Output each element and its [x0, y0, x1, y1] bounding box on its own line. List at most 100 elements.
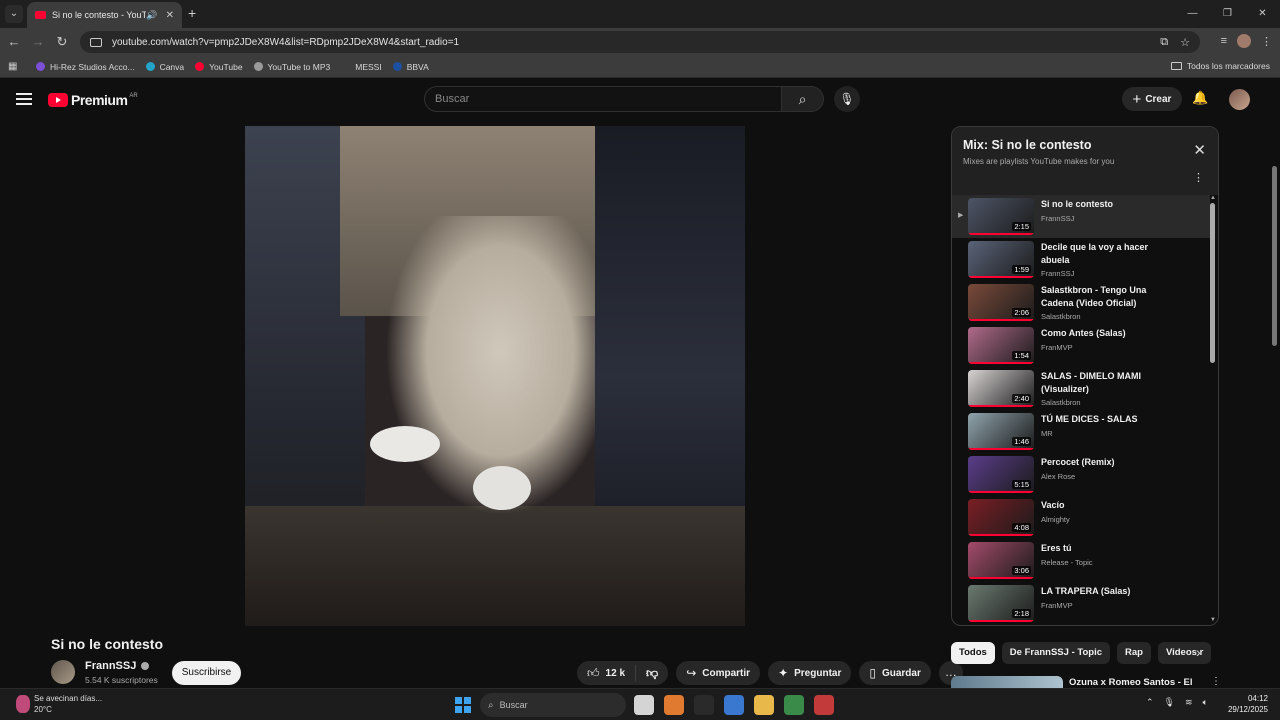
video-thumbnail[interactable]: 3:06 — [968, 542, 1034, 579]
playlist-item[interactable]: 2:18 LA TRAPERA (Salas) FranMVP — [952, 582, 1210, 625]
playlist-item[interactable]: 5:15 Percocet (Remix) Alex Rose — [952, 453, 1210, 496]
recommended-video-title[interactable]: Ozuna x Romeo Santos - El — [1069, 677, 1193, 688]
app-icon[interactable] — [664, 695, 684, 715]
playlist-item-title[interactable]: Percocet (Remix) — [1041, 456, 1171, 469]
like-button[interactable]: 👍︎ 12 k — [577, 665, 637, 681]
bookmark-item[interactable]: Canva — [145, 62, 184, 72]
channel-name[interactable]: FrannSSJ — [85, 660, 150, 672]
chevron-up-icon[interactable]: ⌃ — [1146, 697, 1154, 708]
bookmark-star-icon[interactable]: ☆ — [1180, 36, 1190, 49]
file-explorer-icon[interactable] — [754, 695, 774, 715]
site-info-icon[interactable] — [90, 37, 102, 47]
forward-button[interactable]: → — [30, 34, 46, 49]
taskbar-clock[interactable]: 04:12 29/12/2025 — [1226, 693, 1268, 715]
more-options-icon[interactable]: ⋮ — [1211, 676, 1221, 687]
bookmark-item[interactable]: YouTube — [195, 62, 243, 72]
ask-button[interactable]: ✦ Preguntar — [768, 661, 852, 685]
video-thumbnail[interactable] — [951, 676, 1063, 688]
hamburger-menu-icon[interactable] — [16, 93, 32, 108]
chrome-menu-icon[interactable]: ⋮ — [1261, 35, 1272, 48]
app-icon[interactable] — [694, 695, 714, 715]
playlist-item-title[interactable]: LA TRAPERA (Salas) — [1041, 585, 1171, 598]
playlist-item[interactable]: 1:59 Decile que la voy a hacer abuela Fran… — [952, 238, 1210, 281]
playlist-item-title[interactable]: Decile que la voy a hacer abuela — [1041, 241, 1171, 266]
media-controls-icon[interactable]: ≡ — [1221, 35, 1227, 47]
scroll-up-arrow-icon[interactable]: ▲ — [1210, 195, 1216, 201]
weather-widget[interactable]: Se avecinan días... 20°C — [16, 693, 102, 715]
video-thumbnail[interactable]: 2:40 — [968, 370, 1034, 407]
audio-playing-icon[interactable]: 🔊 — [146, 10, 157, 21]
voice-search-button[interactable]: 🎙 — [834, 86, 860, 112]
bookmark-item[interactable]: BBVA — [392, 62, 429, 72]
playlist-item[interactable]: 2:06 Salastkbron - Tengo Una Cadena (Vide… — [952, 281, 1210, 324]
profile-avatar[interactable] — [1237, 34, 1251, 48]
playlist-item-title[interactable]: SALAS - DIMELO MAMI (Visualizer) — [1041, 370, 1171, 395]
bookmark-item[interactable]: MESSI — [341, 62, 382, 72]
playlist-item[interactable]: 2:40 SALAS - DIMELO MAMI (Visualizer) Sala… — [952, 367, 1210, 410]
back-button[interactable]: ← — [6, 34, 22, 49]
scroll-down-arrow-icon[interactable]: ▼ — [1210, 617, 1216, 623]
playlist-item-title[interactable]: Salastkbron - Tengo Una Cadena (Video Of… — [1041, 284, 1171, 309]
windows-start-button[interactable] — [455, 697, 471, 713]
restore-button[interactable]: ❐ — [1210, 0, 1245, 28]
video-player[interactable] — [245, 126, 745, 626]
bookmark-item[interactable]: YouTube to MP3 — [253, 62, 330, 72]
video-thumbnail[interactable]: 1:59 — [968, 241, 1034, 278]
chip-videos[interactable]: Videos r — [1157, 642, 1212, 664]
wifi-icon[interactable]: ≋ — [1185, 697, 1193, 708]
recommended-video[interactable]: Ozuna x Romeo Santos - El ⋮ — [951, 676, 1221, 688]
new-tab-button[interactable]: + — [188, 5, 196, 21]
all-bookmarks-button[interactable]: Todos los marcadores — [1170, 61, 1270, 71]
taskbar-search[interactable]: ⌕ Buscar — [480, 693, 626, 717]
search-input[interactable]: Buscar — [424, 86, 782, 112]
volume-icon[interactable]: 🔈︎ — [1203, 697, 1208, 708]
youtube-premium-logo[interactable]: Premium AR — [48, 92, 138, 108]
more-options-icon[interactable]: ⋮ — [1193, 171, 1204, 184]
mix-scrollbar[interactable] — [1210, 203, 1215, 363]
chevron-right-icon[interactable]: › — [1196, 644, 1201, 660]
playlist-item[interactable]: 1:54 Como Antes (Salas) FranMVP — [952, 324, 1210, 367]
playlist-item[interactable]: 1:46 TÚ ME DICES - SALAS MR — [952, 410, 1210, 453]
video-thumbnail[interactable]: 5:15 — [968, 456, 1034, 493]
chrome-icon[interactable] — [784, 695, 804, 715]
address-bar[interactable]: youtube.com/watch?v=pmp2JDeX8W4&list=RDp… — [80, 31, 1200, 53]
microphone-icon[interactable]: 🎙︎ — [1164, 697, 1175, 708]
playlist-item[interactable]: ▶ 2:15 Si no le contesto FrannSSJ — [952, 195, 1210, 238]
playlist-item[interactable]: 3:06 Eres tú Release - Topic — [952, 539, 1210, 582]
save-button[interactable]: ▯ Guardar — [859, 661, 931, 685]
playlist-item-title[interactable]: Como Antes (Salas) — [1041, 327, 1171, 340]
video-thumbnail[interactable]: 2:06 — [968, 284, 1034, 321]
app-icon[interactable] — [814, 695, 834, 715]
playlist-item-title[interactable]: Vacío — [1041, 499, 1171, 512]
bookmark-item[interactable]: Hi-Rez Studios Acco... — [36, 62, 135, 72]
tab-search-button[interactable]: ⌄ — [5, 5, 23, 23]
video-thumbnail[interactable]: 1:46 — [968, 413, 1034, 450]
video-thumbnail[interactable]: 2:15 — [968, 198, 1034, 235]
close-window-button[interactable]: ✕ — [1245, 0, 1280, 28]
video-thumbnail[interactable]: 4:08 — [968, 499, 1034, 536]
create-button[interactable]: + Crear — [1122, 87, 1182, 111]
close-tab-icon[interactable]: ✕ — [166, 10, 174, 21]
chip-all[interactable]: Todos — [951, 642, 995, 664]
playlist-item-title[interactable]: Eres tú — [1041, 542, 1171, 555]
playlist-item-title[interactable]: TÚ ME DICES - SALAS — [1041, 413, 1171, 426]
store-icon[interactable] — [724, 695, 744, 715]
task-view-icon[interactable] — [634, 695, 654, 715]
page-scrollbar[interactable] — [1272, 166, 1277, 346]
chip-rap[interactable]: Rap — [1117, 642, 1151, 664]
browser-tab-active[interactable]: Si no le contesto - YouTube 🔊 ✕ — [27, 2, 182, 28]
chip-channel-topic[interactable]: De FrannSSJ - Topic — [1001, 642, 1110, 664]
user-avatar[interactable] — [1229, 89, 1250, 110]
share-button[interactable]: ↪ Compartir — [676, 661, 761, 685]
video-thumbnail[interactable]: 1:54 — [968, 327, 1034, 364]
apps-grid-icon[interactable]: ▦ — [8, 61, 20, 72]
reload-button[interactable]: ↻ — [54, 34, 70, 50]
close-icon[interactable]: ✕ — [1193, 141, 1206, 159]
video-thumbnail[interactable]: 2:18 — [968, 585, 1034, 622]
playlist-item-title[interactable]: Si no le contesto — [1041, 198, 1171, 211]
playlist-item[interactable]: 4:08 Vacío Almighty — [952, 496, 1210, 539]
channel-avatar[interactable] — [51, 660, 75, 684]
dislike-button[interactable]: 👎︎ — [636, 666, 668, 681]
subscribe-button[interactable]: Suscribirse — [172, 661, 241, 685]
minimize-button[interactable]: — — [1175, 0, 1210, 28]
